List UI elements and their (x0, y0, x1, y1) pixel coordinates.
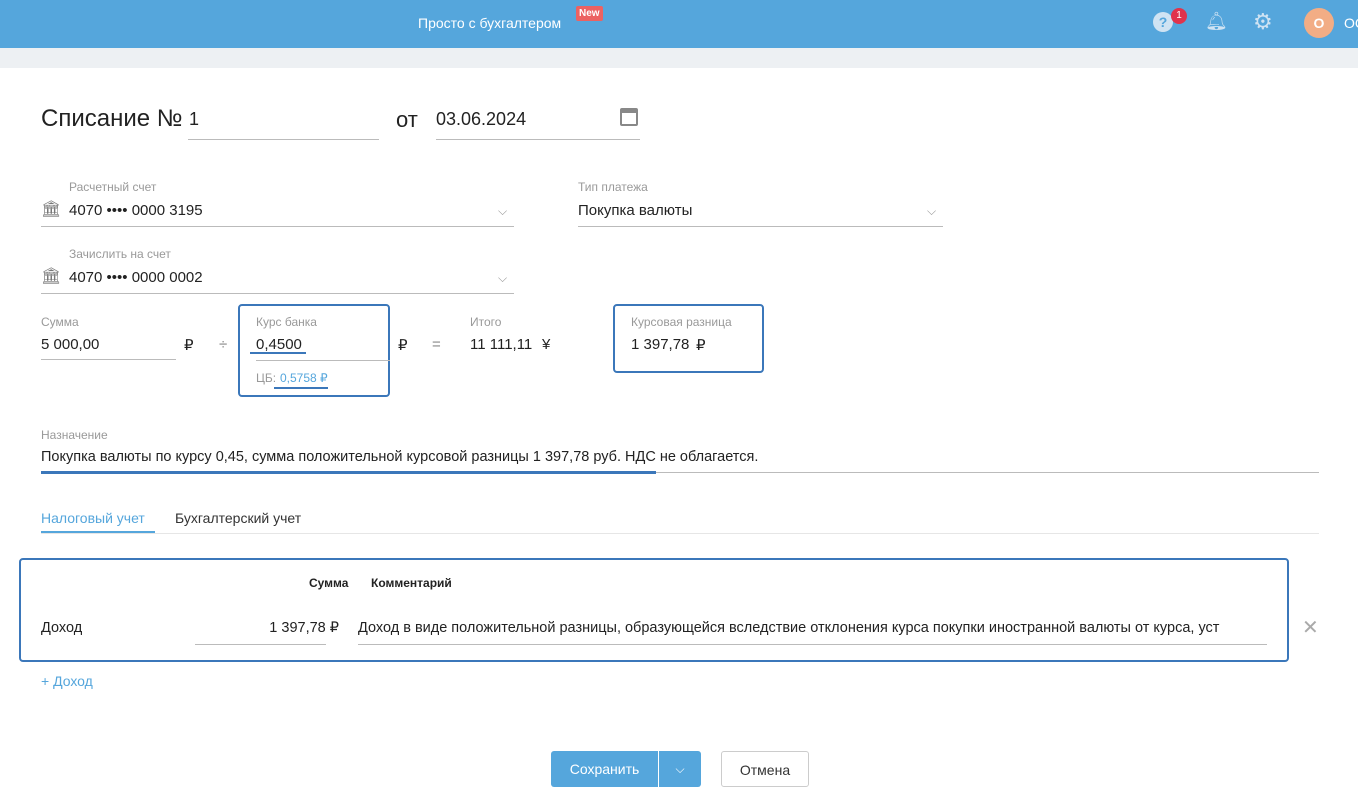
chevron-down-icon[interactable]: ⌵ (659, 751, 701, 787)
date-input[interactable]: 03.06.2024 (436, 109, 526, 130)
top-bar: Просто с бухгалтером New ? 1 🔔︎ ⚙ О ОС (0, 0, 1358, 48)
chevron-down-icon[interactable]: ⌵ (498, 204, 507, 219)
from-label: от (396, 107, 418, 132)
account-select[interactable]: 4070 •••• 0000 3195 (69, 202, 203, 219)
account-label: Расчетный счет (69, 180, 157, 194)
tab-accounting[interactable]: Бухгалтерский учет (175, 510, 301, 526)
total-value: 11 111,11 (470, 336, 533, 353)
calendar-icon[interactable] (620, 108, 638, 126)
purpose-label: Назначение (41, 428, 108, 442)
to-account-label: Зачислить на счет (69, 247, 171, 261)
row-comment-input[interactable]: Доход в виде положительной разницы, обра… (358, 620, 1267, 636)
bell-icon[interactable]: 🔔︎ (1205, 11, 1228, 32)
col-sum: Сумма (309, 576, 349, 590)
payment-type-select[interactable]: Покупка валюты (578, 202, 692, 219)
diff-currency: ₽ (696, 337, 706, 354)
cb-label: ЦБ: (256, 371, 277, 385)
total-currency: ¥ (542, 336, 551, 353)
save-button[interactable]: Сохранить (551, 751, 658, 787)
purpose-input[interactable]: Покупка валюты по курсу 0,45, сумма поло… (41, 449, 758, 465)
rate-label: Курс банка (256, 315, 317, 329)
user-name[interactable]: ОС (1344, 15, 1358, 31)
bank-icon: 🏛︎ (41, 201, 62, 218)
col-comment: Комментарий (371, 576, 452, 590)
cancel-button[interactable]: Отмена (721, 751, 809, 787)
divide-sign: ÷ (219, 336, 228, 353)
brand[interactable]: Просто с бухгалтером (418, 15, 561, 31)
diff-value: 1 397,78 (631, 336, 690, 353)
bank-icon: 🏛︎ (41, 268, 62, 285)
total-label: Итого (470, 315, 502, 329)
payment-type-label: Тип платежа (578, 180, 648, 194)
sum-label: Сумма (41, 315, 79, 329)
avatar[interactable]: О (1304, 8, 1334, 38)
help-count-badge: 1 (1171, 8, 1187, 24)
sum-input[interactable]: 5 000,00 (41, 336, 99, 353)
form-card: Списание № 1 от 03.06.2024 Расчетный сче… (0, 68, 1358, 792)
row-sum-input[interactable]: 1 397,78 ₽ (195, 620, 339, 636)
table-highlight (19, 558, 1289, 662)
equals-sign: = (432, 336, 441, 353)
chevron-down-icon[interactable]: ⌵ (498, 271, 507, 286)
number-input[interactable]: 1 (189, 109, 199, 130)
cb-rate-link[interactable]: 0,5758 ₽ (280, 371, 328, 385)
gear-icon[interactable]: ⚙ (1253, 9, 1273, 35)
chevron-down-icon[interactable]: ⌵ (927, 204, 936, 219)
help-icon[interactable]: ? (1153, 12, 1173, 32)
new-badge: New (576, 6, 603, 21)
to-account-select[interactable]: 4070 •••• 0000 0002 (69, 269, 203, 286)
rate-currency: ₽ (398, 337, 408, 354)
tab-tax[interactable]: Налоговый учет (41, 510, 145, 526)
close-icon[interactable]: ✕ (1302, 615, 1319, 640)
add-income-link[interactable]: + Доход (41, 673, 93, 689)
sum-currency: ₽ (184, 337, 194, 354)
diff-label: Курсовая разница (631, 315, 732, 329)
rate-input[interactable]: 0,4500 (256, 336, 302, 353)
row-type: Доход (41, 620, 83, 636)
page-title: Списание № (41, 105, 183, 132)
